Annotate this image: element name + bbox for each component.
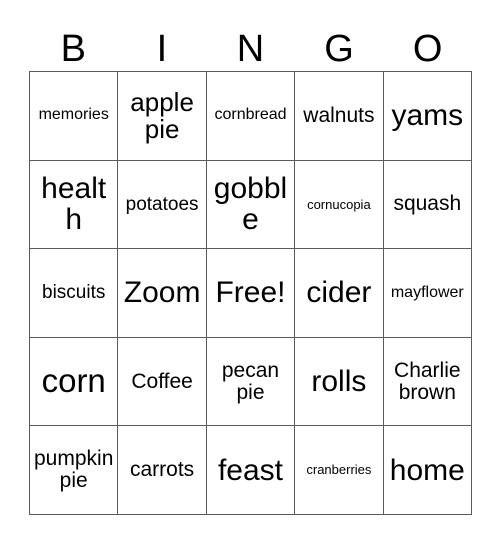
- bingo-cell-i4[interactable]: Coffee: [118, 337, 207, 427]
- bingo-cell-label: apple pie: [130, 86, 194, 144]
- bingo-cell-b3[interactable]: biscuits: [30, 249, 119, 338]
- bingo-header-row: B I N G O: [29, 18, 472, 70]
- bingo-cell-i2[interactable]: potatoes: [118, 160, 207, 250]
- bingo-cell-label: cornbread: [214, 106, 287, 124]
- bingo-cell-label: Charlie brown: [394, 358, 461, 404]
- bingo-cell-o5[interactable]: home: [383, 426, 472, 515]
- bingo-cell-i3[interactable]: Zoom: [118, 249, 207, 338]
- bingo-cell-n4[interactable]: pecan pie: [206, 337, 296, 427]
- bingo-cell-label: pecan pie: [221, 358, 280, 404]
- bingo-cell-label: cornucopia: [307, 196, 371, 212]
- bingo-cell-label: biscuits: [42, 282, 106, 304]
- bingo-cell-label: cider: [306, 276, 372, 310]
- bingo-cell-label: gobble: [213, 172, 288, 237]
- bingo-cell-g5[interactable]: cranberries: [295, 426, 384, 515]
- bingo-cell-label: walnuts: [303, 103, 375, 127]
- bingo-cell-label: cranberries: [306, 462, 372, 478]
- bingo-cell-label: rolls: [311, 365, 367, 398]
- bingo-cell-o2[interactable]: squash: [383, 160, 472, 250]
- bingo-cell-label: health: [41, 172, 107, 237]
- bingo-cell-label: pumpkin pie: [34, 447, 114, 493]
- bingo-cell-g4[interactable]: rolls: [295, 337, 384, 427]
- bingo-cell-o4[interactable]: Charlie brown: [383, 337, 472, 427]
- bingo-cell-label: home: [389, 453, 465, 487]
- bingo-cell-label: Zoom: [123, 276, 201, 310]
- bingo-cell-label: memories: [38, 106, 109, 124]
- bingo-cell-b2[interactable]: health: [30, 160, 119, 250]
- bingo-cell-label: potatoes: [125, 193, 199, 215]
- bingo-cell-label: corn: [41, 362, 106, 400]
- bingo-cell-g1[interactable]: walnuts: [295, 72, 384, 161]
- bingo-cell-free-space[interactable]: Free!: [206, 249, 296, 338]
- bingo-cell-g2[interactable]: cornucopia: [295, 160, 384, 250]
- bingo-cell-label: squash: [393, 192, 462, 216]
- bingo-cell-i5[interactable]: carrots: [118, 426, 207, 515]
- bingo-header-letter-b: B: [60, 28, 86, 70]
- bingo-cell-o3[interactable]: mayflower: [383, 249, 472, 338]
- bingo-header-letter-o: O: [412, 28, 443, 70]
- bingo-header-letter-n: N: [236, 28, 265, 70]
- bingo-cell-label: feast: [217, 453, 284, 487]
- bingo-cell-n5[interactable]: feast: [206, 426, 296, 515]
- bingo-cell-n2[interactable]: gobble: [206, 160, 296, 250]
- bingo-cell-label: Coffee: [131, 369, 193, 393]
- bingo-cell-b5[interactable]: pumpkin pie: [30, 426, 119, 515]
- bingo-cell-label: carrots: [130, 458, 195, 482]
- bingo-card: B I N G O memories apple pie cornbread w…: [0, 0, 500, 544]
- bingo-cell-b4[interactable]: corn: [30, 337, 119, 427]
- bingo-header-letter-g: G: [324, 28, 354, 70]
- bingo-cell-o1[interactable]: yams: [383, 72, 472, 161]
- bingo-header-letter-i: I: [156, 28, 168, 70]
- bingo-cell-n1[interactable]: cornbread: [206, 72, 296, 161]
- bingo-grid: memories apple pie cornbread walnuts yam…: [29, 71, 472, 515]
- bingo-cell-g3[interactable]: cider: [295, 249, 384, 338]
- bingo-cell-label: mayflower: [390, 283, 464, 301]
- bingo-cell-b1[interactable]: memories: [30, 72, 119, 161]
- bingo-cell-label: Free!: [215, 276, 286, 310]
- bingo-cell-i1[interactable]: apple pie: [118, 72, 207, 161]
- bingo-cell-label: yams: [391, 99, 464, 133]
